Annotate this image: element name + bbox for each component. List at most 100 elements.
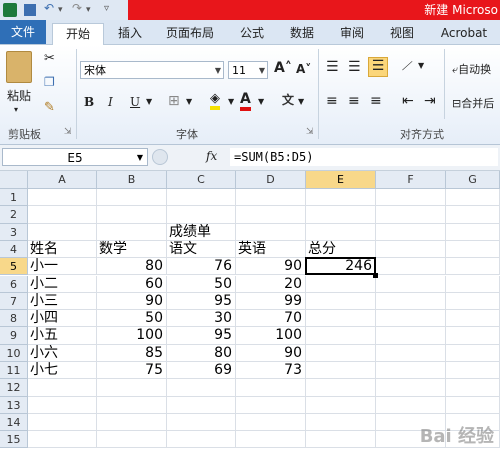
phonetic-guide-icon[interactable]: 文 bbox=[282, 91, 294, 108]
cell-g4[interactable] bbox=[446, 240, 500, 259]
align-left-icon[interactable]: ≡ bbox=[326, 93, 338, 109]
cell-g11[interactable] bbox=[446, 362, 500, 380]
cell-f4[interactable] bbox=[376, 240, 446, 259]
tab-review[interactable]: 审阅 bbox=[334, 23, 370, 44]
tab-data[interactable]: 数据 bbox=[284, 23, 320, 44]
undo-icon[interactable]: ↶ bbox=[44, 1, 54, 17]
align-center-icon[interactable]: ≡ bbox=[348, 93, 360, 109]
cell-c7[interactable]: 95 bbox=[167, 292, 236, 311]
tab-insert[interactable]: 插入 bbox=[112, 23, 148, 44]
fill-color-dropdown-icon[interactable]: ▼ bbox=[228, 97, 234, 106]
cell-a14[interactable] bbox=[28, 413, 97, 432]
cell-f8[interactable] bbox=[376, 310, 446, 328]
tab-page-layout[interactable]: 页面布局 bbox=[160, 23, 220, 44]
cell-f10[interactable] bbox=[376, 344, 446, 362]
row-header-15[interactable]: 15 bbox=[0, 431, 28, 449]
cell-e10[interactable] bbox=[306, 344, 376, 362]
align-top-icon[interactable]: ☰ bbox=[326, 59, 339, 75]
column-header-a[interactable]: A bbox=[28, 171, 97, 189]
cell-c13[interactable] bbox=[167, 396, 236, 414]
cell-c1[interactable] bbox=[167, 189, 236, 207]
borders-icon[interactable]: ⊞ bbox=[168, 93, 180, 109]
cell-d10[interactable]: 90 bbox=[236, 344, 306, 362]
cell-d6[interactable]: 20 bbox=[236, 275, 306, 293]
wrap-text-button[interactable]: ⤶自动换 bbox=[452, 61, 491, 77]
clipboard-launcher-icon[interactable]: ⇲ bbox=[64, 127, 72, 137]
row-header-14[interactable]: 14 bbox=[0, 413, 28, 432]
align-right-icon[interactable]: ≡ bbox=[370, 93, 382, 109]
cell-c10[interactable]: 80 bbox=[167, 344, 236, 362]
cell-f7[interactable] bbox=[376, 292, 446, 311]
row-header-10[interactable]: 10 bbox=[0, 344, 28, 362]
column-header-f[interactable]: F bbox=[376, 171, 446, 189]
fill-handle[interactable] bbox=[373, 272, 378, 278]
cell-b6[interactable]: 60 bbox=[97, 275, 167, 293]
increase-font-icon[interactable]: A˄ bbox=[274, 60, 292, 76]
cell-c6[interactable]: 50 bbox=[167, 275, 236, 293]
formula-bar-expand-icon[interactable] bbox=[152, 149, 168, 165]
cell-a15[interactable] bbox=[28, 431, 97, 449]
font-color-icon[interactable]: A bbox=[240, 91, 251, 111]
cell-b10[interactable]: 85 bbox=[97, 344, 167, 362]
cell-g3[interactable] bbox=[446, 223, 500, 241]
orientation-icon[interactable]: ⟋ bbox=[402, 59, 410, 74]
row-header-4[interactable]: 4 bbox=[0, 240, 28, 259]
cell-a10[interactable]: 小六 bbox=[28, 344, 97, 362]
cell-d14[interactable] bbox=[236, 413, 306, 432]
row-header-12[interactable]: 12 bbox=[0, 379, 28, 397]
save-icon[interactable] bbox=[24, 4, 36, 16]
cell-g2[interactable] bbox=[446, 206, 500, 224]
column-header-e[interactable]: E bbox=[306, 171, 376, 189]
column-header-b[interactable]: B bbox=[97, 171, 167, 189]
row-header-8[interactable]: 8 bbox=[0, 310, 28, 328]
cell-c9[interactable]: 95 bbox=[167, 327, 236, 345]
cell-f11[interactable] bbox=[376, 362, 446, 380]
cell-b11[interactable]: 75 bbox=[97, 362, 167, 380]
cell-e13[interactable] bbox=[306, 396, 376, 414]
row-header-2[interactable]: 2 bbox=[0, 206, 28, 224]
cell-e11[interactable] bbox=[306, 362, 376, 380]
cell-a5[interactable]: 小一 bbox=[28, 258, 97, 276]
cell-b1[interactable] bbox=[97, 189, 167, 207]
cell-b2[interactable] bbox=[97, 206, 167, 224]
cell-g6[interactable] bbox=[446, 275, 500, 293]
row-header-7[interactable]: 7 bbox=[0, 292, 28, 311]
cell-a11[interactable]: 小七 bbox=[28, 362, 97, 380]
cell-a3[interactable] bbox=[28, 223, 97, 241]
cell-b4[interactable]: 数学 bbox=[97, 240, 167, 259]
cell-e14[interactable] bbox=[306, 413, 376, 432]
cell-b15[interactable] bbox=[97, 431, 167, 449]
font-name-combo[interactable]: 宋体 ▼ bbox=[80, 61, 224, 79]
row-header-13[interactable]: 13 bbox=[0, 396, 28, 414]
font-color-dropdown-icon[interactable]: ▼ bbox=[258, 97, 264, 106]
increase-indent-icon[interactable]: ⇥ bbox=[424, 93, 436, 109]
tab-home[interactable]: 开始 bbox=[52, 23, 104, 45]
cell-e7[interactable] bbox=[306, 292, 376, 311]
cell-c2[interactable] bbox=[167, 206, 236, 224]
cell-f5[interactable] bbox=[376, 258, 446, 276]
cell-f12[interactable] bbox=[376, 379, 446, 397]
cell-c4[interactable]: 语文 bbox=[167, 240, 236, 259]
cell-d7[interactable]: 99 bbox=[236, 292, 306, 311]
cell-a9[interactable]: 小五 bbox=[28, 327, 97, 345]
paste-button-label[interactable]: 粘贴 bbox=[4, 87, 34, 104]
decrease-indent-icon[interactable]: ⇤ bbox=[402, 93, 414, 109]
cell-a12[interactable] bbox=[28, 379, 97, 397]
tab-formulas[interactable]: 公式 bbox=[234, 23, 270, 44]
tab-file[interactable]: 文件 bbox=[0, 20, 46, 44]
cell-f3[interactable] bbox=[376, 223, 446, 241]
row-header-1[interactable]: 1 bbox=[0, 189, 28, 207]
italic-button[interactable]: I bbox=[108, 95, 113, 109]
cell-f13[interactable] bbox=[376, 396, 446, 414]
cell-g8[interactable] bbox=[446, 310, 500, 328]
cell-d13[interactable] bbox=[236, 396, 306, 414]
cell-d12[interactable] bbox=[236, 379, 306, 397]
cell-a6[interactable]: 小二 bbox=[28, 275, 97, 293]
paste-icon[interactable] bbox=[6, 51, 32, 83]
cell-g5[interactable] bbox=[446, 258, 500, 276]
phonetic-dropdown-icon[interactable]: ▼ bbox=[298, 97, 304, 106]
select-all-corner[interactable] bbox=[0, 171, 28, 189]
cell-d1[interactable] bbox=[236, 189, 306, 207]
chevron-down-icon[interactable]: ▼ bbox=[215, 62, 221, 80]
column-header-g[interactable]: G bbox=[446, 171, 500, 189]
